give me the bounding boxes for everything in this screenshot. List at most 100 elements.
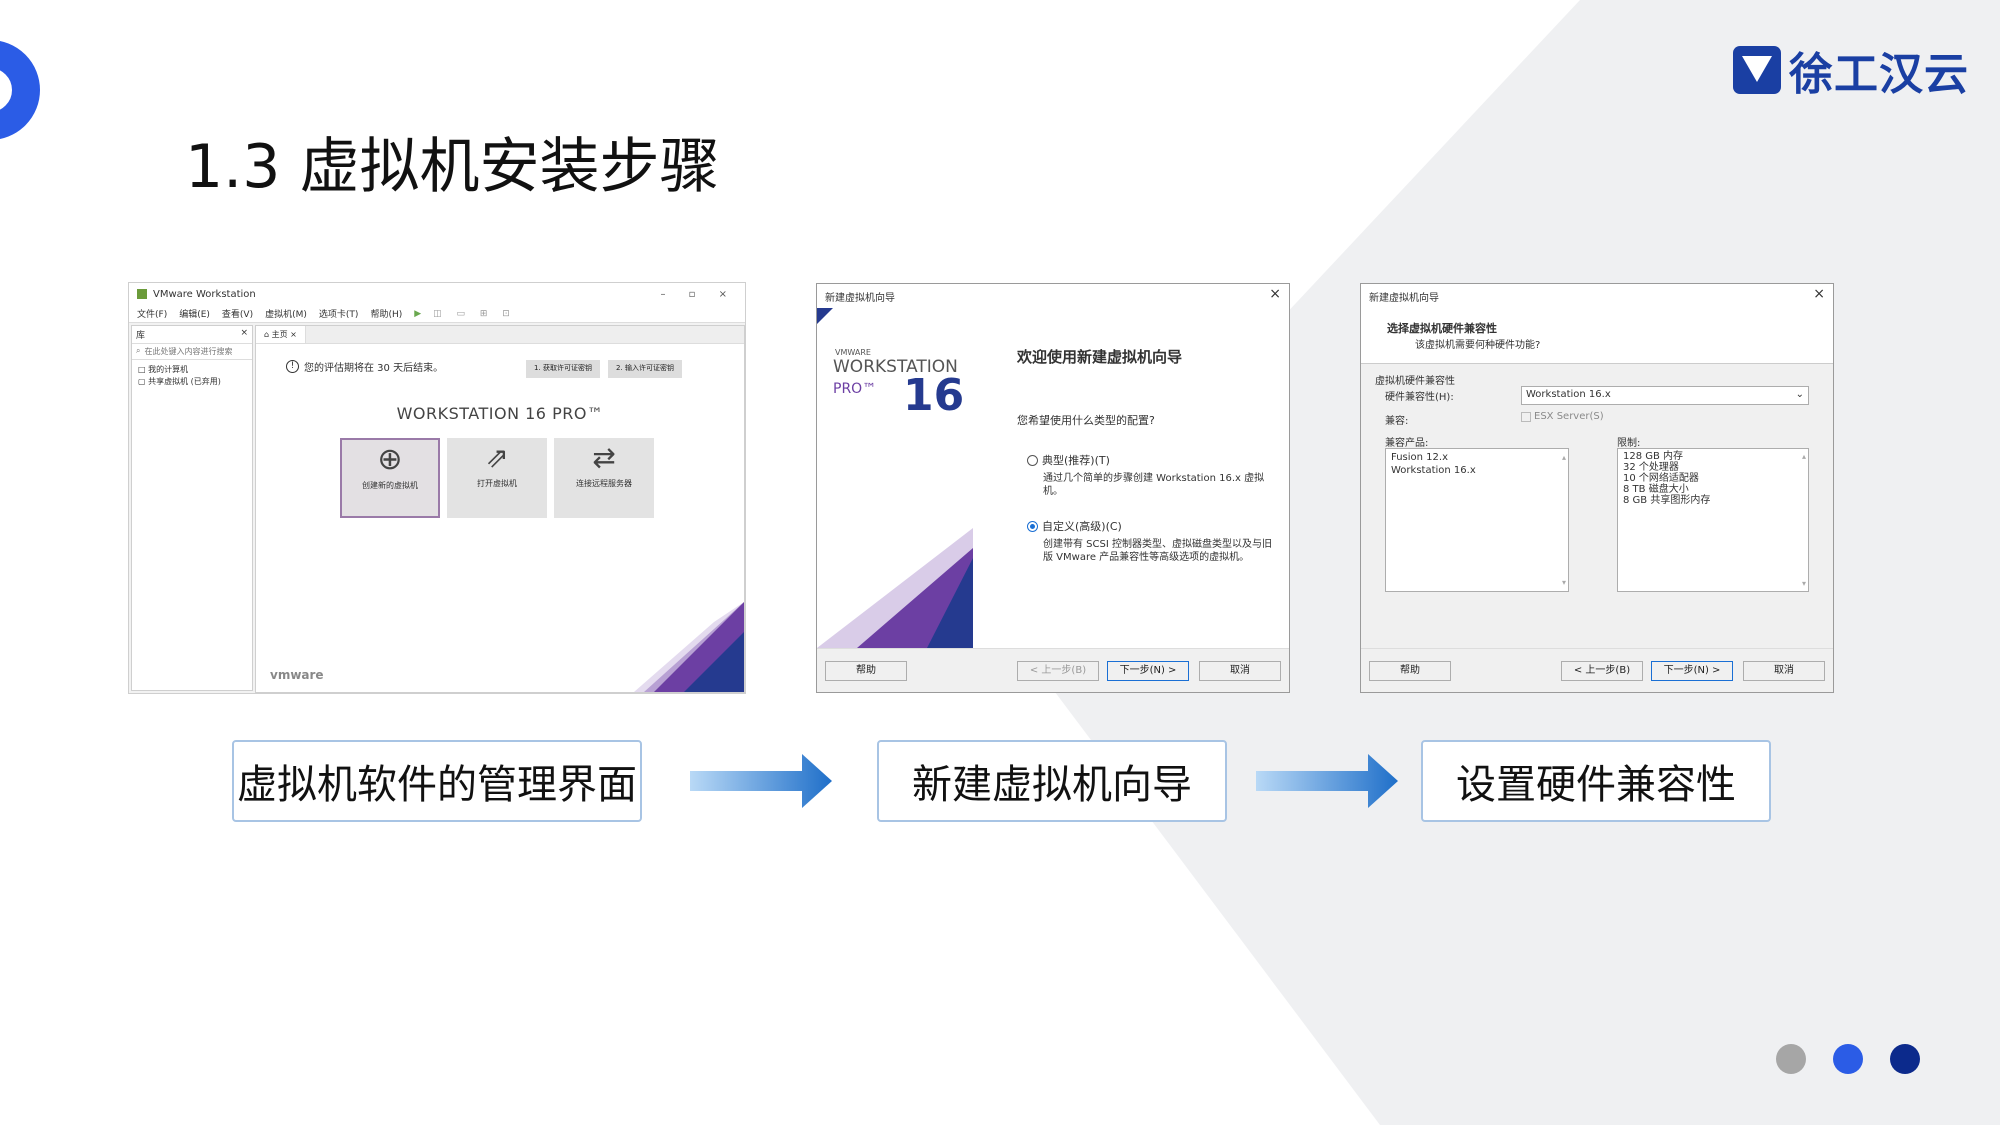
- toolbar-icons[interactable]: ◫ ▭ ⊞ ⊡: [433, 309, 516, 319]
- logo: 徐工汉云: [1733, 38, 1969, 102]
- limits-list[interactable]: 128 GB 内存 32 个处理器 10 个网络适配器 8 TB 磁盘大小 8 …: [1617, 448, 1809, 592]
- new-vm-wizard-screenshot: 新建虚拟机向导 × VMWARE WORKSTATION PRO™ 16 欢迎使…: [816, 283, 1290, 693]
- swap-arrows-icon: ⇄: [592, 441, 616, 474]
- page-header: 选择虚拟机硬件兼容性 该虚拟机需要何种硬件功能?: [1361, 306, 1833, 364]
- get-license-button[interactable]: 1. 获取许可证密钥: [526, 360, 600, 378]
- evaluation-notice: ! 您的评估期将在 30 天后结束。: [286, 359, 443, 374]
- library-search[interactable]: ⌕ 在此处键入内容进行搜索: [132, 344, 252, 360]
- products-label: 兼容产品:: [1385, 438, 1429, 449]
- play-icon[interactable]: ▶: [414, 309, 421, 319]
- scroll-down-icon[interactable]: ▾: [1562, 576, 1566, 589]
- wizard-heading: 欢迎使用新建虚拟机向导: [1017, 348, 1183, 366]
- logo-text: 徐工汉云: [1789, 49, 1969, 100]
- products-list[interactable]: Fusion 12.x Workstation 16.x ▴ ▾: [1385, 448, 1569, 592]
- cancel-button[interactable]: 取消: [1199, 661, 1281, 681]
- open-vm-label: 打开虚拟机: [477, 479, 517, 488]
- vmware-app-icon: [137, 289, 147, 299]
- home-pane: ⌂ 主页 × ! 您的评估期将在 30 天后结束。 1. 获取许可证密钥 2. …: [255, 325, 745, 693]
- window-title: 新建虚拟机向导: [825, 293, 895, 304]
- vmware-brand: vmware: [270, 668, 324, 682]
- window-titlebar: 新建虚拟机向导 ×: [817, 284, 1289, 306]
- list-item: 128 GB 内存: [1623, 451, 1684, 462]
- search-input[interactable]: 在此处键入内容进行搜索: [144, 346, 232, 357]
- window-title: 新建虚拟机向导: [1369, 293, 1439, 304]
- product-name: WORKSTATION 16 PRO™: [396, 404, 604, 423]
- page-subheading: 该虚拟机需要何种硬件功能?: [1415, 340, 1541, 351]
- page-dot-1: [1776, 1044, 1806, 1074]
- caption-new-vm-wizard: 新建虚拟机向导: [877, 740, 1227, 822]
- logo-icon: [1733, 46, 1781, 94]
- wizard-footer: 帮助 < 上一步(B) 下一步(N) > 取消: [1361, 648, 1833, 692]
- tree-item-shared-vms[interactable]: ▢ 共享虚拟机 (已弃用): [138, 376, 246, 388]
- next-button[interactable]: 下一步(N) >: [1107, 661, 1189, 681]
- menu-bar: 文件(F) 编辑(E) 查看(V) 虚拟机(M) 选项卡(T) 帮助(H) ▶ …: [129, 305, 745, 323]
- library-label: 库: [136, 331, 146, 341]
- wizard-banner: VMWARE WORKSTATION PRO™ 16: [817, 308, 973, 648]
- menu-file[interactable]: 文件(F): [137, 307, 167, 320]
- window-controls[interactable]: – ▫ ×: [660, 289, 737, 300]
- hardware-compat-screenshot: 新建虚拟机向导 × 选择虚拟机硬件兼容性 该虚拟机需要何种硬件功能? 虚拟机硬件…: [1360, 283, 1834, 693]
- menu-vm[interactable]: 虚拟机(M): [265, 307, 307, 320]
- checkbox-icon[interactable]: [1521, 411, 1531, 422]
- option-custom-label: 自定义(高级)(C): [1042, 520, 1122, 533]
- menu-help[interactable]: 帮助(H): [370, 307, 402, 320]
- page-heading: 选择虚拟机硬件兼容性: [1387, 322, 1497, 335]
- create-vm-label: 创建新的虚拟机: [362, 481, 418, 490]
- connect-server-label: 连接远程服务器: [576, 479, 632, 488]
- hw-compat-select[interactable]: Workstation 16.x ⌄: [1521, 386, 1809, 405]
- notice-text: 您的评估期将在 30 天后结束。: [304, 363, 444, 374]
- window-titlebar: VMware Workstation – ▫ ×: [129, 283, 745, 305]
- create-vm-tile[interactable]: ⊕ 创建新的虚拟机: [340, 438, 440, 518]
- right-arrow-icon: [690, 754, 832, 808]
- wizard-footer: 帮助 < 上一步(B) 下一步(N) > 取消: [817, 648, 1289, 692]
- decorative-triangle: [634, 602, 744, 692]
- hw-compat-value: Workstation 16.x: [1526, 389, 1611, 400]
- tab-home[interactable]: ⌂ 主页 ×: [256, 326, 306, 343]
- library-tree: □ 我的计算机 ▢ 共享虚拟机 (已弃用): [132, 360, 252, 392]
- library-pane: 库 × ⌕ 在此处键入内容进行搜索 □ 我的计算机 ▢ 共享虚拟机 (已弃用): [131, 325, 253, 691]
- scroll-up-icon[interactable]: ▴: [1562, 451, 1566, 464]
- help-button[interactable]: 帮助: [825, 661, 907, 681]
- close-icon[interactable]: ×: [1813, 287, 1825, 301]
- option-custom-desc: 创建带有 SCSI 控制器类型、虚拟磁盘类型以及与旧版 VMware 产品兼容性…: [1043, 539, 1272, 563]
- close-icon[interactable]: ×: [1269, 287, 1281, 301]
- menu-tabs[interactable]: 选项卡(T): [319, 307, 359, 320]
- hw-compat-label: 硬件兼容性(H):: [1385, 392, 1454, 403]
- option-typical[interactable]: 典型(推荐)(T): [1027, 452, 1110, 468]
- esx-checkbox[interactable]: ESX Server(S): [1521, 411, 1604, 422]
- page-dot-3: [1890, 1044, 1920, 1074]
- open-vm-tile[interactable]: ⇗ 打开虚拟机: [447, 438, 547, 518]
- banner-graphic: [817, 528, 973, 648]
- chevron-down-icon: ⌄: [1795, 389, 1804, 400]
- scroll-down-icon[interactable]: ▾: [1802, 578, 1806, 589]
- close-icon[interactable]: ×: [240, 328, 248, 341]
- product-edition: PRO™: [833, 381, 877, 397]
- info-icon: !: [286, 360, 299, 373]
- menu-view[interactable]: 查看(V): [222, 307, 253, 320]
- page-dot-2: [1833, 1044, 1863, 1074]
- vmware-main-screenshot: VMware Workstation – ▫ × 文件(F) 编辑(E) 查看(…: [128, 282, 746, 694]
- tree-item-my-computer[interactable]: □ 我的计算机: [138, 364, 246, 376]
- scroll-up-icon[interactable]: ▴: [1802, 451, 1806, 462]
- enter-license-button[interactable]: 2. 输入许可证密钥: [608, 360, 682, 378]
- cancel-button[interactable]: 取消: [1743, 661, 1825, 681]
- compat-label: 兼容:: [1385, 416, 1409, 427]
- caption-management-ui: 虚拟机软件的管理界面: [232, 740, 642, 822]
- radio-typical[interactable]: [1027, 454, 1038, 466]
- option-custom[interactable]: 自定义(高级)(C): [1027, 518, 1122, 534]
- help-button[interactable]: 帮助: [1369, 661, 1451, 681]
- back-button[interactable]: < 上一步(B): [1017, 661, 1099, 681]
- next-button[interactable]: 下一步(N) >: [1651, 661, 1733, 681]
- open-external-icon: ⇗: [485, 441, 509, 474]
- page-body: 虚拟机硬件兼容性 硬件兼容性(H): Workstation 16.x ⌄ 兼容…: [1361, 364, 1833, 648]
- radio-custom[interactable]: [1027, 520, 1038, 532]
- list-item: Fusion 12.x: [1391, 452, 1448, 463]
- corner-mark: [817, 308, 833, 324]
- connect-server-tile[interactable]: ⇄ 连接远程服务器: [554, 438, 654, 518]
- tab-strip: ⌂ 主页 ×: [256, 326, 744, 344]
- slide-title: 1.3 虚拟机安装步骤: [185, 132, 720, 202]
- back-button[interactable]: < 上一步(B): [1561, 661, 1643, 681]
- menu-edit[interactable]: 编辑(E): [179, 307, 210, 320]
- list-item: Workstation 16.x: [1391, 465, 1476, 476]
- list-item: 8 TB 磁盘大小: [1623, 484, 1689, 495]
